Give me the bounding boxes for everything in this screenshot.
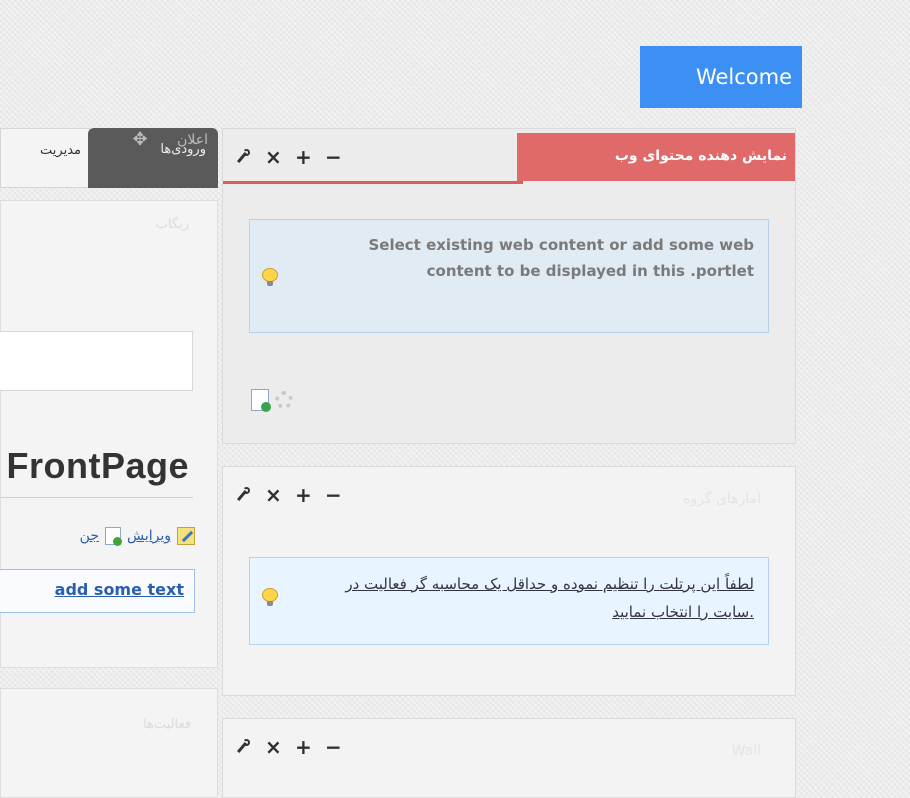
close-icon[interactable]: × (265, 485, 282, 505)
heading-divider (1, 497, 193, 498)
left-portlet-input[interactable] (0, 331, 193, 391)
left-tab-bar: مدیریت اعلان ✥ ورودی‌ها (0, 128, 222, 188)
tab-entries[interactable]: اعلان ✥ ورودی‌ها (88, 128, 218, 188)
lightbulb-icon (262, 268, 278, 286)
tab-entries-ghost-label: اعلان (177, 132, 208, 148)
portlet-title: آمارهای گروه (683, 491, 761, 507)
welcome-label: Welcome (695, 65, 792, 89)
minimize-icon[interactable]: − (325, 147, 342, 167)
close-icon[interactable]: × (265, 147, 282, 167)
add-icon[interactable]: + (295, 147, 312, 167)
gear-icon[interactable] (275, 391, 293, 409)
portlet-toolbar (251, 389, 293, 412)
tab-manage-label: مدیریت (40, 143, 81, 158)
page-heading: FrontPage (6, 445, 189, 486)
page-actions: جن ویرایش (80, 527, 195, 546)
portlet-controls: × + − (235, 485, 342, 505)
edit-link[interactable]: ویرایش (127, 528, 171, 544)
move-icon[interactable]: ✥ (130, 130, 150, 150)
left-portlet: ریگاب FrontPage جن ویرایش add some text (0, 200, 218, 668)
wrench-icon[interactable] (235, 148, 251, 166)
portlet-title: Wall (731, 743, 761, 759)
portlet-header: × + − نمایش دهنده محتوای وب (223, 129, 795, 185)
portlet-info-link[interactable]: لطفاً این پرتلت را تنظیم نموده و حداقل ی… (345, 575, 754, 621)
tab-manage[interactable]: مدیریت (0, 128, 90, 188)
portlet-info-message: Select existing web content or add some … (249, 219, 769, 333)
wrench-icon[interactable] (235, 486, 251, 504)
add-icon[interactable]: + (295, 485, 312, 505)
portlet-title[interactable]: نمایش دهنده محتوای وب (517, 133, 795, 181)
edit-icon[interactable] (177, 527, 195, 545)
left-portlet-activities: فعالیت‌ها (0, 688, 218, 798)
portlet-info-message: لطفاً این پرتلت را تنظیم نموده و حداقل ی… (249, 557, 769, 645)
portlet-header: × + − Wall (223, 719, 795, 775)
portlet-controls: × + − (235, 147, 342, 167)
add-text-link[interactable]: add some text (0, 569, 195, 613)
portlet-info-text: Select existing web content or add some … (368, 236, 755, 280)
add-content-icon[interactable] (251, 389, 271, 412)
portlet-group-statistics: × + − آمارهای گروه لطفاً این پرتلت را تن… (222, 466, 796, 696)
welcome-badge: Welcome (640, 46, 802, 108)
lightbulb-icon (262, 588, 278, 606)
portlet-header: × + − آمارهای گروه (223, 467, 795, 523)
other-link[interactable]: جن (80, 528, 99, 544)
portlet-wall: × + − Wall (222, 718, 796, 798)
portlet-web-content-display: × + − نمایش دهنده محتوای وب Select exist… (222, 128, 796, 444)
minimize-icon[interactable]: − (325, 485, 342, 505)
portlet-controls: × + − (235, 737, 342, 757)
add-icon[interactable]: + (295, 737, 312, 757)
minimize-icon[interactable]: − (325, 737, 342, 757)
page-add-icon[interactable] (104, 527, 122, 546)
close-icon[interactable]: × (265, 737, 282, 757)
left-portlet-activities-title: فعالیت‌ها (143, 717, 191, 732)
left-portlet-title: ریگاب (155, 217, 189, 232)
wrench-icon[interactable] (235, 738, 251, 756)
